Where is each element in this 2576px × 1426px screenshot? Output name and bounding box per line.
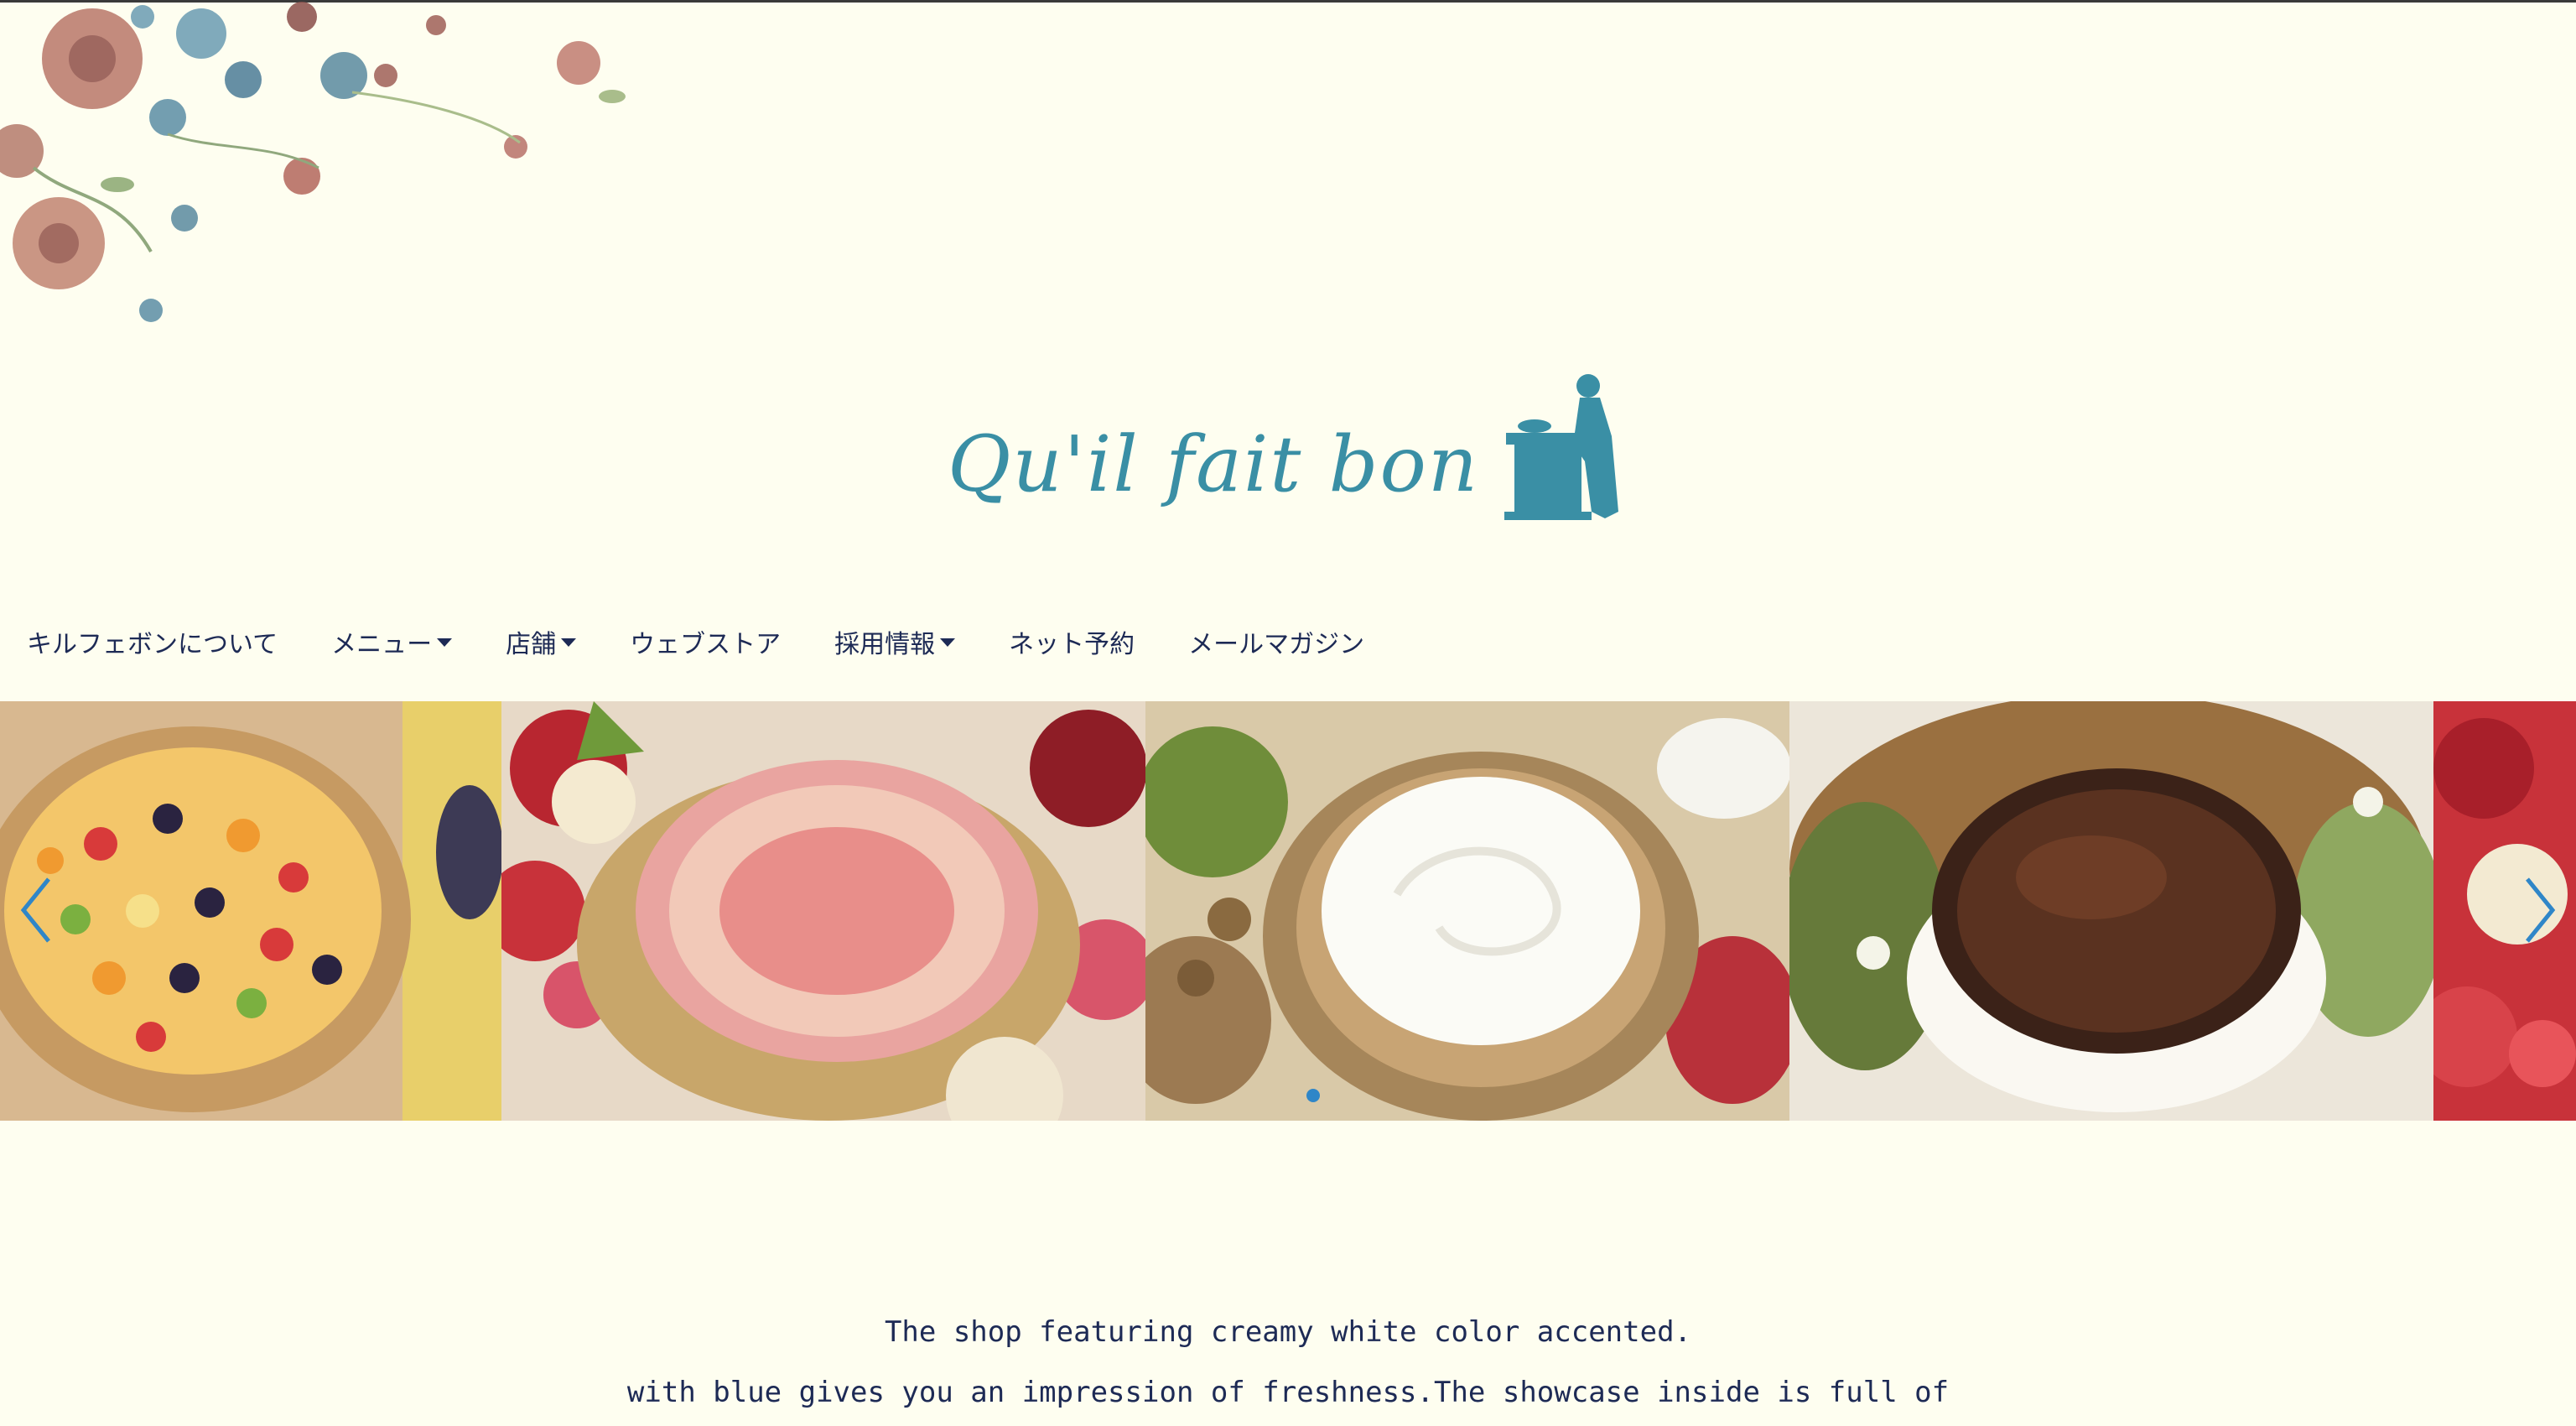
intro-line-1: The shop featuring creamy white color ac… bbox=[884, 1315, 1692, 1349]
nav-item-stores[interactable]: 店舗 bbox=[506, 623, 577, 660]
intro-line-2: with blue gives you an impression of fre… bbox=[626, 1376, 1950, 1409]
caret-down-icon bbox=[561, 638, 577, 647]
caret-down-icon bbox=[940, 638, 956, 647]
nav-item-newsletter[interactable]: メールマガジン bbox=[1188, 623, 1364, 660]
apple-tart-image bbox=[501, 701, 1145, 1121]
main-nav: キルフェボンについて メニュー 店舗 ウェブストア 採用情報 ネット予約 メール… bbox=[27, 621, 1418, 663]
chevron-left-icon[interactable] bbox=[12, 872, 62, 948]
patissier-figure-icon bbox=[1504, 374, 1618, 520]
nav-item-label: メニュー bbox=[331, 630, 433, 659]
page: Qu'il fait bon キルフェボンについて メニュー 店舗 ウェブストア… bbox=[0, 0, 2576, 1426]
carousel-pagination bbox=[1306, 1089, 1320, 1102]
chevron-right-icon[interactable] bbox=[2514, 872, 2564, 948]
nav-item-recruit[interactable]: 採用情報 bbox=[834, 623, 956, 660]
nav-item-label: ネット予約 bbox=[1009, 630, 1135, 659]
nav-item-about[interactable]: キルフェボンについて bbox=[27, 623, 278, 660]
carousel-dot-active[interactable] bbox=[1306, 1089, 1320, 1102]
hero-carousel[interactable] bbox=[0, 701, 2576, 1121]
nav-item-menu[interactable]: メニュー bbox=[331, 623, 453, 660]
fruit-tart-image bbox=[0, 701, 501, 1121]
logo-text: Qu'il fait bon bbox=[948, 419, 1480, 509]
intro-text: The shop featuring creamy white color ac… bbox=[0, 1302, 2576, 1423]
nav-item-reservation[interactable]: ネット予約 bbox=[1009, 623, 1135, 660]
nav-item-label: 採用情報 bbox=[834, 630, 936, 659]
nav-item-webstore[interactable]: ウェブストア bbox=[630, 623, 781, 660]
nav-item-label: キルフェボンについて bbox=[27, 630, 278, 659]
floral-decoration bbox=[0, 2, 626, 322]
nav-item-label: メールマガジン bbox=[1188, 630, 1365, 659]
cream-walnut-tart-image bbox=[1145, 701, 1789, 1121]
nav-item-label: 店舗 bbox=[506, 630, 557, 659]
nav-item-label: ウェブストア bbox=[630, 630, 782, 659]
chocolate-tart-image bbox=[1789, 701, 2433, 1121]
brand-logo[interactable]: Qu'il fait bon bbox=[948, 369, 1635, 537]
caret-down-icon bbox=[437, 638, 453, 647]
